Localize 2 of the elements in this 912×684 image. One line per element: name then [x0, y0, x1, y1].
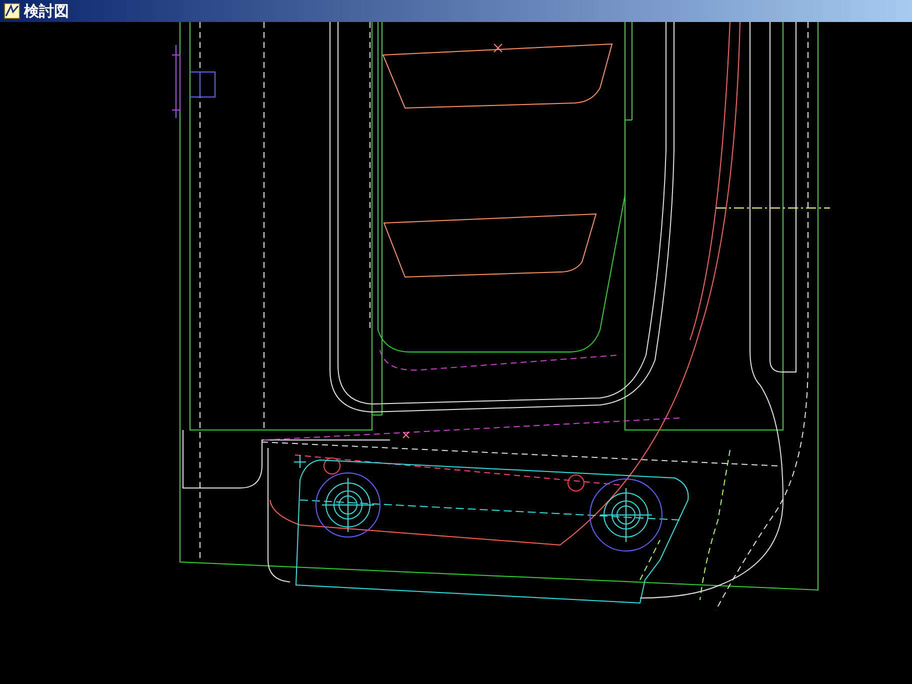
window-title: 検討図	[24, 4, 69, 18]
app-icon	[4, 3, 20, 19]
